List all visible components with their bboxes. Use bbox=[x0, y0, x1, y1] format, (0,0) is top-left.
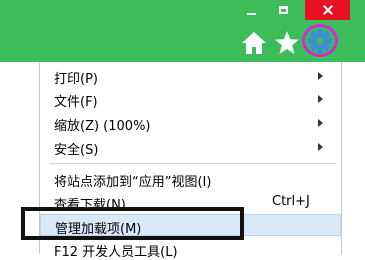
menu-item-print[interactable]: 打印(P) bbox=[40, 65, 341, 87]
gear-highlight-circle bbox=[302, 24, 338, 57]
menu-item-label: 安全(S) bbox=[54, 143, 99, 158]
menu-item-label: 打印(P) bbox=[54, 72, 98, 87]
menu-item-developer-tools[interactable]: F12 开发人员工具(L) bbox=[40, 238, 341, 260]
maximize-button[interactable] bbox=[272, 2, 296, 22]
close-button[interactable] bbox=[305, 0, 350, 20]
menu-item-add-site-to-apps[interactable]: 将站点添加到“应用”视图(I) bbox=[40, 168, 341, 190]
menu-item-shortcut: Ctrl+J bbox=[272, 194, 310, 209]
submenu-arrow-icon bbox=[318, 95, 323, 103]
menu-item-file[interactable]: 文件(F) bbox=[40, 88, 341, 110]
menu-item-label: F12 开发人员工具(L) bbox=[54, 245, 178, 260]
menu-item-label: 文件(F) bbox=[54, 95, 98, 110]
menu-item-label: 缩放(Z) (100%) bbox=[54, 119, 151, 134]
menu-item-label: 将站点添加到“应用”视图(I) bbox=[54, 175, 212, 190]
submenu-arrow-icon bbox=[318, 143, 323, 151]
submenu-arrow-icon bbox=[318, 72, 323, 80]
menu-separator bbox=[50, 163, 336, 164]
menu-item-safety[interactable]: 安全(S) bbox=[40, 136, 341, 158]
submenu-arrow-icon bbox=[318, 119, 323, 127]
home-icon[interactable] bbox=[241, 31, 267, 55]
minimize-button[interactable] bbox=[240, 4, 264, 24]
annotation-callout-box bbox=[21, 207, 244, 240]
favorites-star-icon[interactable] bbox=[274, 30, 300, 56]
menu-item-zoom[interactable]: 缩放(Z) (100%) bbox=[40, 112, 341, 134]
